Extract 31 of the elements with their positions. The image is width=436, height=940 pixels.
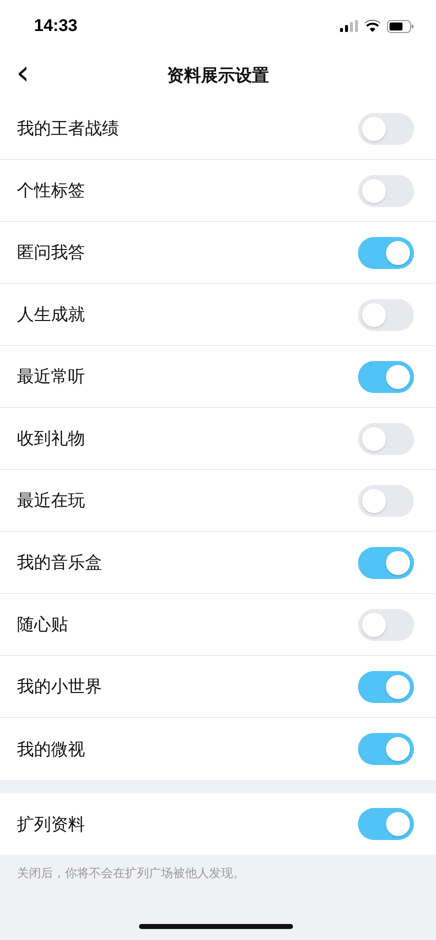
setting-label: 扩列资料 bbox=[17, 814, 85, 836]
signal-icon bbox=[340, 20, 358, 32]
toggle-switch[interactable] bbox=[358, 298, 414, 330]
toggle-switch[interactable] bbox=[358, 360, 414, 392]
setting-label: 匿问我答 bbox=[17, 242, 85, 264]
toggle-switch[interactable] bbox=[358, 112, 414, 144]
toggle-switch[interactable] bbox=[358, 670, 414, 702]
page-title: 资料展示设置 bbox=[167, 64, 269, 86]
battery-icon bbox=[387, 20, 414, 32]
toggle-switch[interactable] bbox=[358, 236, 414, 268]
setting-label: 随心贴 bbox=[17, 614, 68, 636]
setting-label: 我的音乐盒 bbox=[17, 552, 102, 574]
toggle-switch[interactable] bbox=[358, 546, 414, 578]
toggle-switch[interactable] bbox=[358, 608, 414, 640]
footnote: 关闭后，你将不会在扩列广场被他人发现。 bbox=[16, 865, 246, 882]
wifi-icon bbox=[364, 20, 381, 32]
setting-label: 我的微视 bbox=[17, 738, 85, 760]
setting-label: 人生成就 bbox=[17, 304, 85, 326]
toggle-switch[interactable] bbox=[358, 808, 414, 840]
setting-label: 我的小世界 bbox=[17, 676, 102, 698]
setting-label: 收到礼物 bbox=[17, 428, 85, 450]
status-time: 14:33 bbox=[34, 16, 78, 36]
setting-label: 最近在玩 bbox=[17, 490, 85, 512]
toggle-switch[interactable] bbox=[358, 733, 414, 765]
setting-label: 最近常听 bbox=[17, 366, 85, 388]
setting-label: 个性标签 bbox=[17, 180, 85, 202]
back-button[interactable]: ‹ bbox=[10, 58, 36, 88]
toggle-switch[interactable] bbox=[358, 422, 414, 454]
setting-label: 我的王者战绩 bbox=[17, 118, 119, 140]
toggle-switch[interactable] bbox=[358, 174, 414, 206]
toggle-switch[interactable] bbox=[358, 484, 414, 516]
